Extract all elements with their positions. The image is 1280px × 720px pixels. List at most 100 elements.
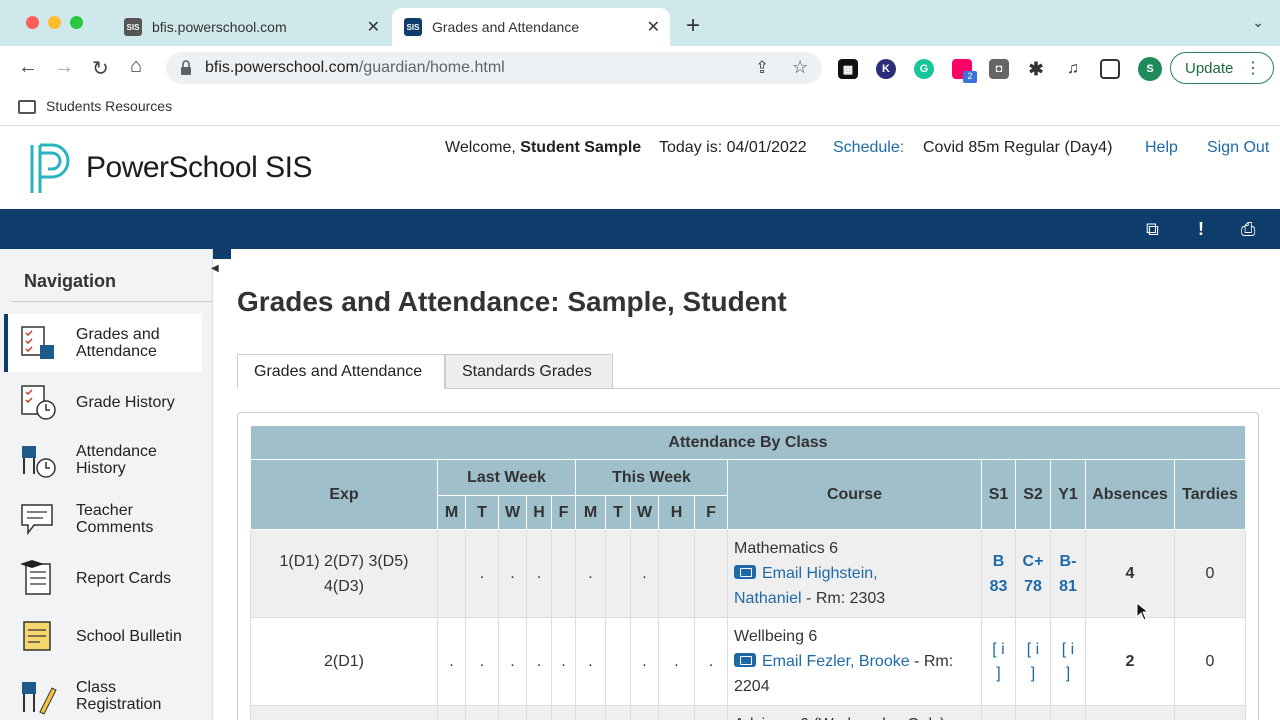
grade-s2-cell[interactable]: [ i] [1015, 617, 1051, 706]
close-tab-icon[interactable]: ✕ [367, 17, 380, 37]
grammarly-extension-icon[interactable]: G [914, 59, 934, 79]
divider [12, 301, 212, 302]
minimize-window-button[interactable] [48, 16, 61, 29]
column-header-tardies: Tardies [1174, 459, 1246, 530]
exp-cell [250, 705, 438, 720]
sidebar-item-report-cards[interactable]: Report Cards [8, 554, 206, 602]
bookmark-students-resources[interactable]: Students Resources [46, 98, 172, 114]
attendance-cell[interactable] [694, 529, 728, 618]
attendance-cell[interactable]: . [575, 617, 606, 706]
column-header-s2: S2 [1015, 459, 1051, 530]
reload-icon[interactable]: ↻ [92, 56, 109, 81]
media-control-icon[interactable]: ♫ [1063, 59, 1083, 79]
tab-title: Grades and Attendance [432, 19, 580, 35]
grade-y1-cell[interactable]: [ i] [1050, 617, 1086, 706]
attendance-cell[interactable]: . [658, 617, 695, 706]
table-caption: Attendance By Class [250, 425, 1246, 460]
forward-icon[interactable]: → [54, 56, 74, 79]
sidebar-item-grades-attendance[interactable]: Grades and Attendance [4, 314, 202, 372]
update-button[interactable]: Update ⋮ [1170, 52, 1274, 84]
attendance-history-icon [22, 446, 56, 478]
day-header: M [437, 495, 466, 530]
grade-s2-cell[interactable]: C+ 78 [1015, 529, 1051, 618]
tab-grades-attendance[interactable]: Grades and Attendance [237, 354, 445, 389]
email-icon [734, 653, 756, 667]
back-icon[interactable]: ← [18, 56, 38, 79]
column-header-y1: Y1 [1050, 459, 1086, 530]
url-text[interactable]: bfis.powerschool.com/guardian/home.html [205, 59, 505, 77]
schedule-label[interactable]: Schedule: [833, 139, 904, 157]
share-icon[interactable]: ⇪ [755, 58, 769, 78]
attendance-cell[interactable]: . [630, 617, 659, 706]
qr-extension-icon[interactable]: ▦ [838, 59, 858, 79]
sidebar-item-grade-history[interactable]: Grade History [8, 381, 206, 423]
collapse-sidebar-icon[interactable]: ◀ [211, 263, 219, 274]
schedule-value: Covid 85m Regular (Day4) [923, 139, 1113, 156]
sidebar-item-school-bulletin[interactable]: School Bulletin [8, 615, 206, 657]
chevron-down-icon[interactable]: ⌄ [1252, 14, 1264, 31]
powerschool-header: PowerSchool SIS Welcome, Student Sample … [0, 127, 1280, 209]
sidebar-item-teacher-comments[interactable]: Teacher Comments [8, 498, 206, 540]
attendance-cell[interactable]: . [551, 617, 576, 706]
absences-link[interactable]: 2 [1085, 617, 1175, 706]
attendance-cell[interactable]: . [526, 617, 552, 706]
day-header: W [630, 495, 659, 530]
side-panel-icon[interactable] [1100, 59, 1120, 79]
attendance-cell[interactable] [551, 529, 576, 618]
email-teacher-link[interactable]: Email Highstein, [762, 565, 878, 582]
profile-avatar[interactable]: S [1138, 57, 1162, 81]
today-date: Today is: 04/01/2022 [659, 139, 807, 156]
sidebar-item-attendance-history[interactable]: Attendance History [8, 439, 206, 481]
attendance-table: Attendance By Class Exp Last Week This W… [250, 425, 1246, 720]
mouse-cursor-icon [1136, 602, 1150, 621]
teacher-name-link[interactable]: Nathaniel [734, 590, 802, 607]
extensions-puzzle-icon[interactable]: ✱ [1026, 59, 1046, 79]
browser-tab-bfis[interactable]: SIS bfis.powerschool.com ✕ [112, 8, 390, 46]
close-tab-icon[interactable]: ✕ [647, 17, 660, 37]
table-row: 1(D1) 2(D7) 3(D5) 4(D3) . . . . . Mathema… [250, 529, 1246, 618]
new-tab-icon[interactable]: + [686, 12, 700, 40]
attendance-cell[interactable]: . [498, 617, 527, 706]
sign-out-link[interactable]: Sign Out [1207, 139, 1269, 157]
attendance-cell[interactable]: . [465, 617, 499, 706]
column-header-this-week: This Week [575, 459, 728, 496]
teacher-comments-icon [21, 504, 53, 536]
column-header-course: Course [727, 459, 982, 530]
collapse-top-tab[interactable] [213, 249, 231, 259]
print-icon[interactable]: ⎙ [1241, 219, 1255, 240]
email-icon [734, 565, 756, 579]
browser-tab-grades[interactable]: SIS Grades and Attendance ✕ [392, 8, 670, 46]
attendance-cell[interactable] [658, 529, 695, 618]
table-row: 2(D1) . . . . . . . . . Wellbeing 6 Emai… [250, 617, 1246, 706]
sis-favicon-icon: SIS [124, 18, 142, 36]
close-window-button[interactable] [26, 16, 39, 29]
alert-icon[interactable]: ! [1198, 219, 1204, 240]
bookmark-star-icon[interactable]: ☆ [792, 57, 808, 78]
maximize-window-button[interactable] [70, 16, 83, 29]
email-teacher-link[interactable]: Email Fezler, Brooke [762, 653, 910, 670]
attendance-cell[interactable]: . [575, 529, 606, 618]
grade-s1-cell[interactable]: [ i] [981, 617, 1016, 706]
absences-link[interactable]: 4 [1085, 529, 1175, 618]
attendance-cell[interactable]: . [526, 529, 552, 618]
more-options-icon[interactable]: ⋮ [1245, 58, 1261, 78]
help-link[interactable]: Help [1145, 139, 1178, 157]
grade-s1-cell[interactable]: B 83 [981, 529, 1016, 618]
attendance-cell[interactable] [437, 529, 466, 618]
room-number: 2204 [734, 678, 770, 695]
grade-y1-cell[interactable]: B- 81 [1050, 529, 1086, 618]
k-extension-icon[interactable]: K [876, 59, 896, 79]
attendance-cell[interactable] [605, 617, 631, 706]
attendance-cell[interactable] [605, 529, 631, 618]
attendance-cell[interactable]: . [498, 529, 527, 618]
attendance-cell[interactable]: . [630, 529, 659, 618]
attendance-cell[interactable]: . [694, 617, 728, 706]
attendance-cell[interactable]: . [465, 529, 499, 618]
tab-standards-grades[interactable]: Standards Grades [445, 354, 613, 389]
attendance-cell[interactable]: . [437, 617, 466, 706]
screenshot-extension-icon[interactable]: ◘ [989, 59, 1009, 79]
sidebar-item-class-registration[interactable]: Class Registration [8, 673, 206, 719]
column-header-s1: S1 [981, 459, 1016, 530]
open-external-icon[interactable]: ⧉ [1146, 219, 1159, 240]
home-icon[interactable]: ⌂ [130, 55, 142, 78]
